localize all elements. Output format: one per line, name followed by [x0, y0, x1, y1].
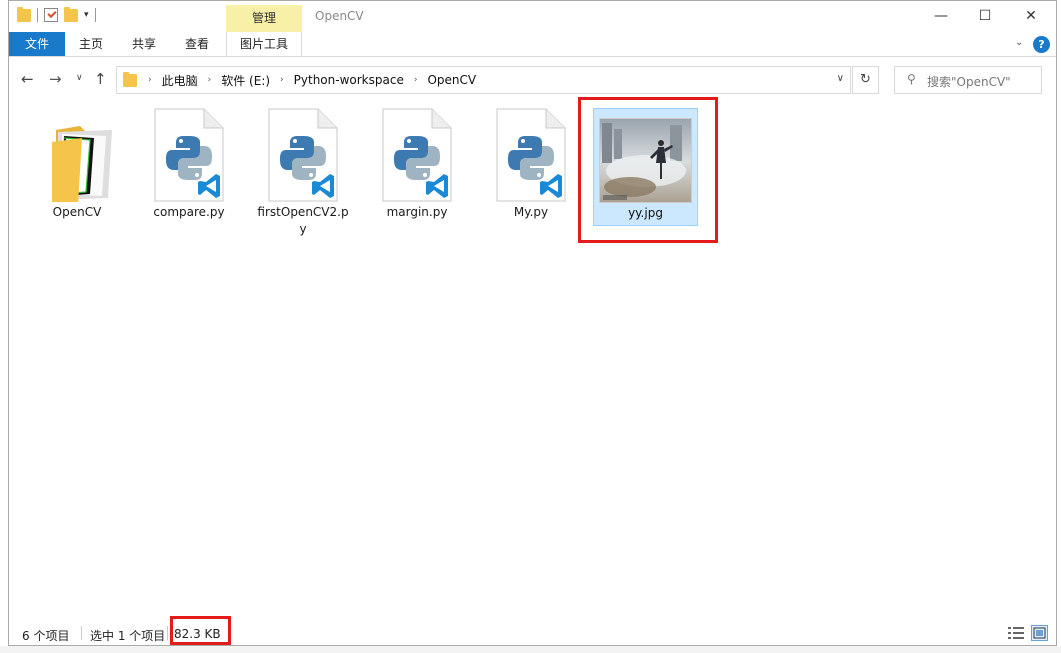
chevron-right-icon[interactable]: › — [203, 75, 217, 85]
tab-share[interactable]: 共享 — [122, 32, 166, 56]
breadcrumb: › 此电脑 › 软件 (E:) › Python-workspace › Ope… — [143, 67, 481, 93]
background-window-edge-right — [1057, 0, 1061, 653]
search-input[interactable]: ⚲ 搜索"OpenCV" — [894, 66, 1042, 94]
chevron-right-icon[interactable]: › — [409, 75, 423, 85]
help-icon[interactable]: ? — [1033, 36, 1050, 53]
tab-picture-tools[interactable]: 图片工具 — [226, 32, 302, 56]
highlight-box-selected-file — [578, 97, 718, 243]
explorer-window: ▾ 管理 OpenCV — ☐ ✕ 文件 主页 共享 查看 图片工具 ⌄ ? ←… — [8, 0, 1057, 646]
recent-locations-dropdown-icon[interactable]: ∨ — [76, 73, 83, 83]
forward-button[interactable]: → — [49, 70, 62, 88]
file-name: firstOpenCV2.py — [257, 205, 349, 236]
status-separator — [81, 626, 82, 640]
file-item-python[interactable]: firstOpenCV2.py — [255, 108, 351, 238]
python-file-icon — [268, 108, 338, 202]
breadcrumb-opencv[interactable]: OpenCV — [422, 73, 481, 87]
quick-access-toolbar: ▾ — [17, 6, 96, 22]
address-history-dropdown-icon[interactable]: ∨ — [837, 73, 844, 84]
highlight-box-size — [170, 616, 231, 645]
up-button[interactable]: ↑ — [94, 70, 107, 88]
title-bar: ▾ 管理 OpenCV — ☐ ✕ — [9, 1, 1056, 32]
back-button[interactable]: ← — [21, 70, 34, 88]
refresh-button[interactable]: ↻ — [852, 66, 879, 94]
status-separator — [167, 626, 168, 640]
details-view-icon[interactable] — [1008, 626, 1024, 640]
tab-view[interactable]: 查看 — [175, 32, 219, 56]
python-file-icon — [496, 108, 566, 202]
breadcrumb-drive-e[interactable]: 软件 (E:) — [216, 72, 275, 89]
customize-toolbar-dropdown-icon[interactable]: ▾ — [84, 10, 89, 20]
file-name: OpenCV — [52, 205, 102, 219]
tab-home[interactable]: 主页 — [69, 32, 113, 56]
item-count: 6 个项目 — [22, 629, 70, 643]
search-icon: ⚲ — [907, 72, 916, 86]
file-item-python[interactable]: compare.py — [141, 108, 237, 221]
breadcrumb-this-pc[interactable]: 此电脑 — [157, 72, 203, 89]
breadcrumb-python-workspace[interactable]: Python-workspace — [289, 73, 409, 87]
status-bar: 6 个项目 选中 1 个项目 82.3 KB — [9, 616, 1056, 645]
toolbar-separator — [94, 8, 96, 22]
minimize-button[interactable]: — — [918, 1, 964, 32]
expand-ribbon-icon[interactable]: ⌄ — [1015, 37, 1023, 48]
manage-context-tab[interactable]: 管理 — [226, 5, 302, 32]
file-item-python[interactable]: My.py — [483, 108, 579, 221]
file-name: margin.py — [386, 205, 448, 219]
window-title: OpenCV — [315, 9, 364, 23]
python-file-icon — [154, 108, 224, 202]
chevron-right-icon[interactable]: › — [143, 75, 157, 85]
toolbar-separator — [37, 8, 38, 22]
maximize-button[interactable]: ☐ — [962, 1, 1008, 32]
file-name: compare.py — [153, 205, 225, 219]
close-button[interactable]: ✕ — [1008, 1, 1054, 32]
chevron-right-icon[interactable]: › — [275, 75, 289, 85]
tab-file[interactable]: 文件 — [9, 32, 65, 56]
file-item-python[interactable]: margin.py — [369, 108, 465, 221]
python-file-icon — [382, 108, 452, 202]
background-window-edge — [0, 0, 8, 653]
file-name: My.py — [513, 205, 549, 219]
background-desktop-strip — [0, 646, 1061, 653]
file-item-folder[interactable]: OpenCV — [29, 108, 125, 221]
file-list: OpenCV compare.py firstOpenCV2.py margin… — [9, 97, 1056, 620]
ribbon-tabs: 文件 主页 共享 查看 图片工具 ⌄ ? — [9, 32, 1056, 57]
folder-icon — [42, 108, 112, 204]
selected-count: 选中 1 个项目 — [90, 629, 166, 643]
address-bar[interactable]: › 此电脑 › 软件 (E:) › Python-workspace › Ope… — [116, 66, 851, 94]
folder-icon — [123, 72, 137, 87]
new-folder-icon[interactable] — [64, 6, 78, 22]
navigation-bar: ← → ∨ ↑ › 此电脑 › 软件 (E:) › Python-workspa… — [9, 58, 1056, 100]
folder-icon[interactable] — [17, 6, 31, 22]
properties-icon[interactable] — [44, 8, 58, 22]
search-placeholder: 搜索"OpenCV" — [927, 75, 1011, 89]
large-icons-view-icon[interactable] — [1031, 625, 1048, 641]
